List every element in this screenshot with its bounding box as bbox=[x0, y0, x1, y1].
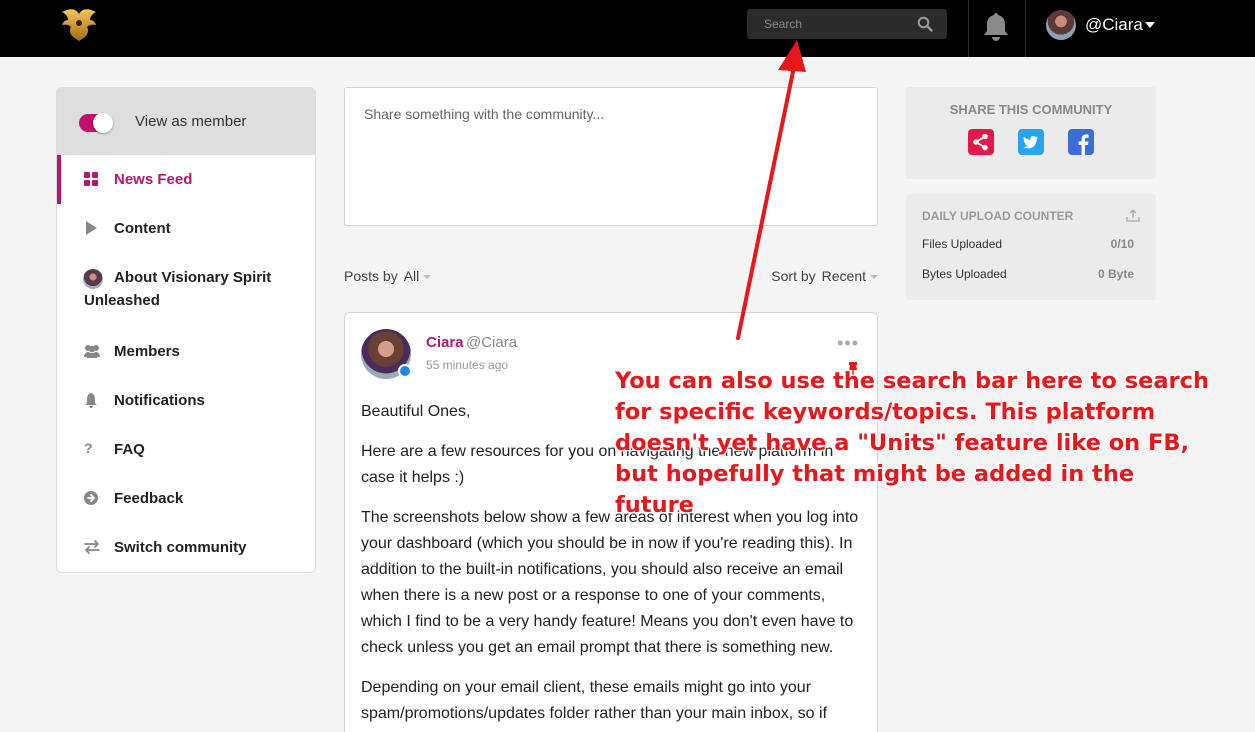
sidebar-item-faq[interactable]: ? FAQ bbox=[57, 425, 315, 474]
feed-filters: Posts by All Sort by Recent bbox=[344, 268, 878, 286]
sidebar-item-label: About Visionary Spirit Unleashed bbox=[84, 269, 272, 309]
user-handle[interactable]: @Ciara bbox=[1085, 15, 1143, 35]
facebook-icon[interactable] bbox=[1068, 129, 1094, 155]
topbar-divider bbox=[1025, 0, 1026, 57]
post-composer[interactable] bbox=[344, 87, 878, 226]
post-paragraph: The screenshots below show a few areas o… bbox=[361, 509, 859, 656]
chevron-down-icon[interactable] bbox=[423, 275, 432, 280]
sidebar: View as member News Feed Content About V… bbox=[56, 87, 316, 573]
chevron-down-icon[interactable] bbox=[870, 275, 878, 280]
question-icon: ? bbox=[84, 440, 93, 456]
sort-by-value[interactable]: Recent bbox=[822, 268, 866, 284]
phoenix-logo-icon[interactable] bbox=[60, 6, 98, 42]
sidebar-nav: News Feed Content About Visionary Spirit… bbox=[57, 155, 315, 572]
switch-knob bbox=[93, 113, 113, 133]
play-icon bbox=[83, 220, 99, 236]
posts-by-value[interactable]: All bbox=[404, 268, 420, 284]
sidebar-item-about[interactable]: About Visionary Spirit Unleashed bbox=[57, 253, 315, 327]
search-input[interactable] bbox=[747, 9, 917, 39]
share-icon[interactable] bbox=[968, 129, 994, 155]
sidebar-item-label: Members bbox=[114, 343, 180, 360]
sidebar-item-content[interactable]: Content bbox=[57, 204, 315, 253]
verified-badge-icon bbox=[398, 364, 412, 378]
grid-icon bbox=[83, 171, 99, 187]
bytes-uploaded-label: Bytes Uploaded bbox=[922, 267, 1007, 281]
view-as-member-switch[interactable] bbox=[79, 113, 113, 133]
search-icon[interactable] bbox=[917, 16, 933, 32]
sidebar-item-switch-community[interactable]: Switch community bbox=[57, 523, 315, 572]
sidebar-item-news-feed[interactable]: News Feed bbox=[57, 155, 315, 204]
search-bar[interactable] bbox=[747, 9, 947, 39]
upload-title: DAILY UPLOAD COUNTER bbox=[922, 209, 1074, 223]
sidebar-item-notifications[interactable]: Notifications bbox=[57, 376, 315, 425]
topbar-divider bbox=[968, 0, 969, 57]
sidebar-item-label: Content bbox=[114, 220, 171, 237]
sidebar-item-members[interactable]: Members bbox=[57, 327, 315, 376]
top-navigation-bar: @Ciara bbox=[0, 0, 1255, 57]
more-options-icon[interactable]: ••• bbox=[837, 333, 859, 354]
posts-by-filter[interactable]: Posts by All bbox=[344, 268, 432, 284]
share-community-widget: SHARE THIS COMMUNITY bbox=[906, 87, 1156, 179]
bell-icon bbox=[83, 392, 99, 408]
annotation-callout-text: You can also use the search bar here to … bbox=[615, 368, 1209, 518]
sidebar-item-label: Switch community bbox=[114, 539, 247, 556]
post-paragraph: Depending on your email client, these em… bbox=[361, 679, 828, 722]
view-as-member-label: View as member bbox=[135, 113, 247, 130]
share-title: SHARE THIS COMMUNITY bbox=[949, 102, 1113, 117]
sidebar-item-label: News Feed bbox=[114, 171, 193, 188]
sort-by-filter[interactable]: Sort by Recent bbox=[771, 268, 878, 284]
post-author-handle[interactable]: @Ciara bbox=[466, 334, 517, 351]
user-avatar[interactable] bbox=[1046, 10, 1076, 40]
sidebar-item-label: FAQ bbox=[114, 441, 145, 458]
files-uploaded-value: 0/10 bbox=[1110, 237, 1134, 251]
files-uploaded-label: Files Uploaded bbox=[922, 237, 1003, 251]
sidebar-item-label: Feedback bbox=[114, 490, 184, 507]
members-icon bbox=[83, 343, 100, 359]
twitter-icon[interactable] bbox=[1018, 129, 1044, 155]
daily-upload-counter-widget: DAILY UPLOAD COUNTER Files Uploaded 0/10… bbox=[906, 194, 1156, 300]
upload-icon[interactable] bbox=[1126, 208, 1140, 222]
sort-by-label: Sort by bbox=[771, 268, 816, 284]
posts-by-label: Posts by bbox=[344, 268, 398, 284]
sidebar-item-feedback[interactable]: Feedback bbox=[57, 474, 315, 523]
notifications-bell-icon[interactable] bbox=[982, 11, 1010, 41]
composer-textarea[interactable] bbox=[345, 88, 877, 225]
arrow-circle-icon bbox=[83, 490, 99, 506]
switch-icon bbox=[83, 539, 100, 555]
bytes-uploaded-value: 0 Byte bbox=[1097, 267, 1134, 281]
post-timestamp: 55 minutes ago bbox=[426, 358, 509, 372]
view-as-member-toggle-row: View as member bbox=[57, 88, 315, 155]
post-author-name[interactable]: Ciara bbox=[426, 334, 464, 351]
sidebar-item-label: Notifications bbox=[114, 392, 205, 409]
chevron-down-icon[interactable] bbox=[1145, 22, 1155, 28]
